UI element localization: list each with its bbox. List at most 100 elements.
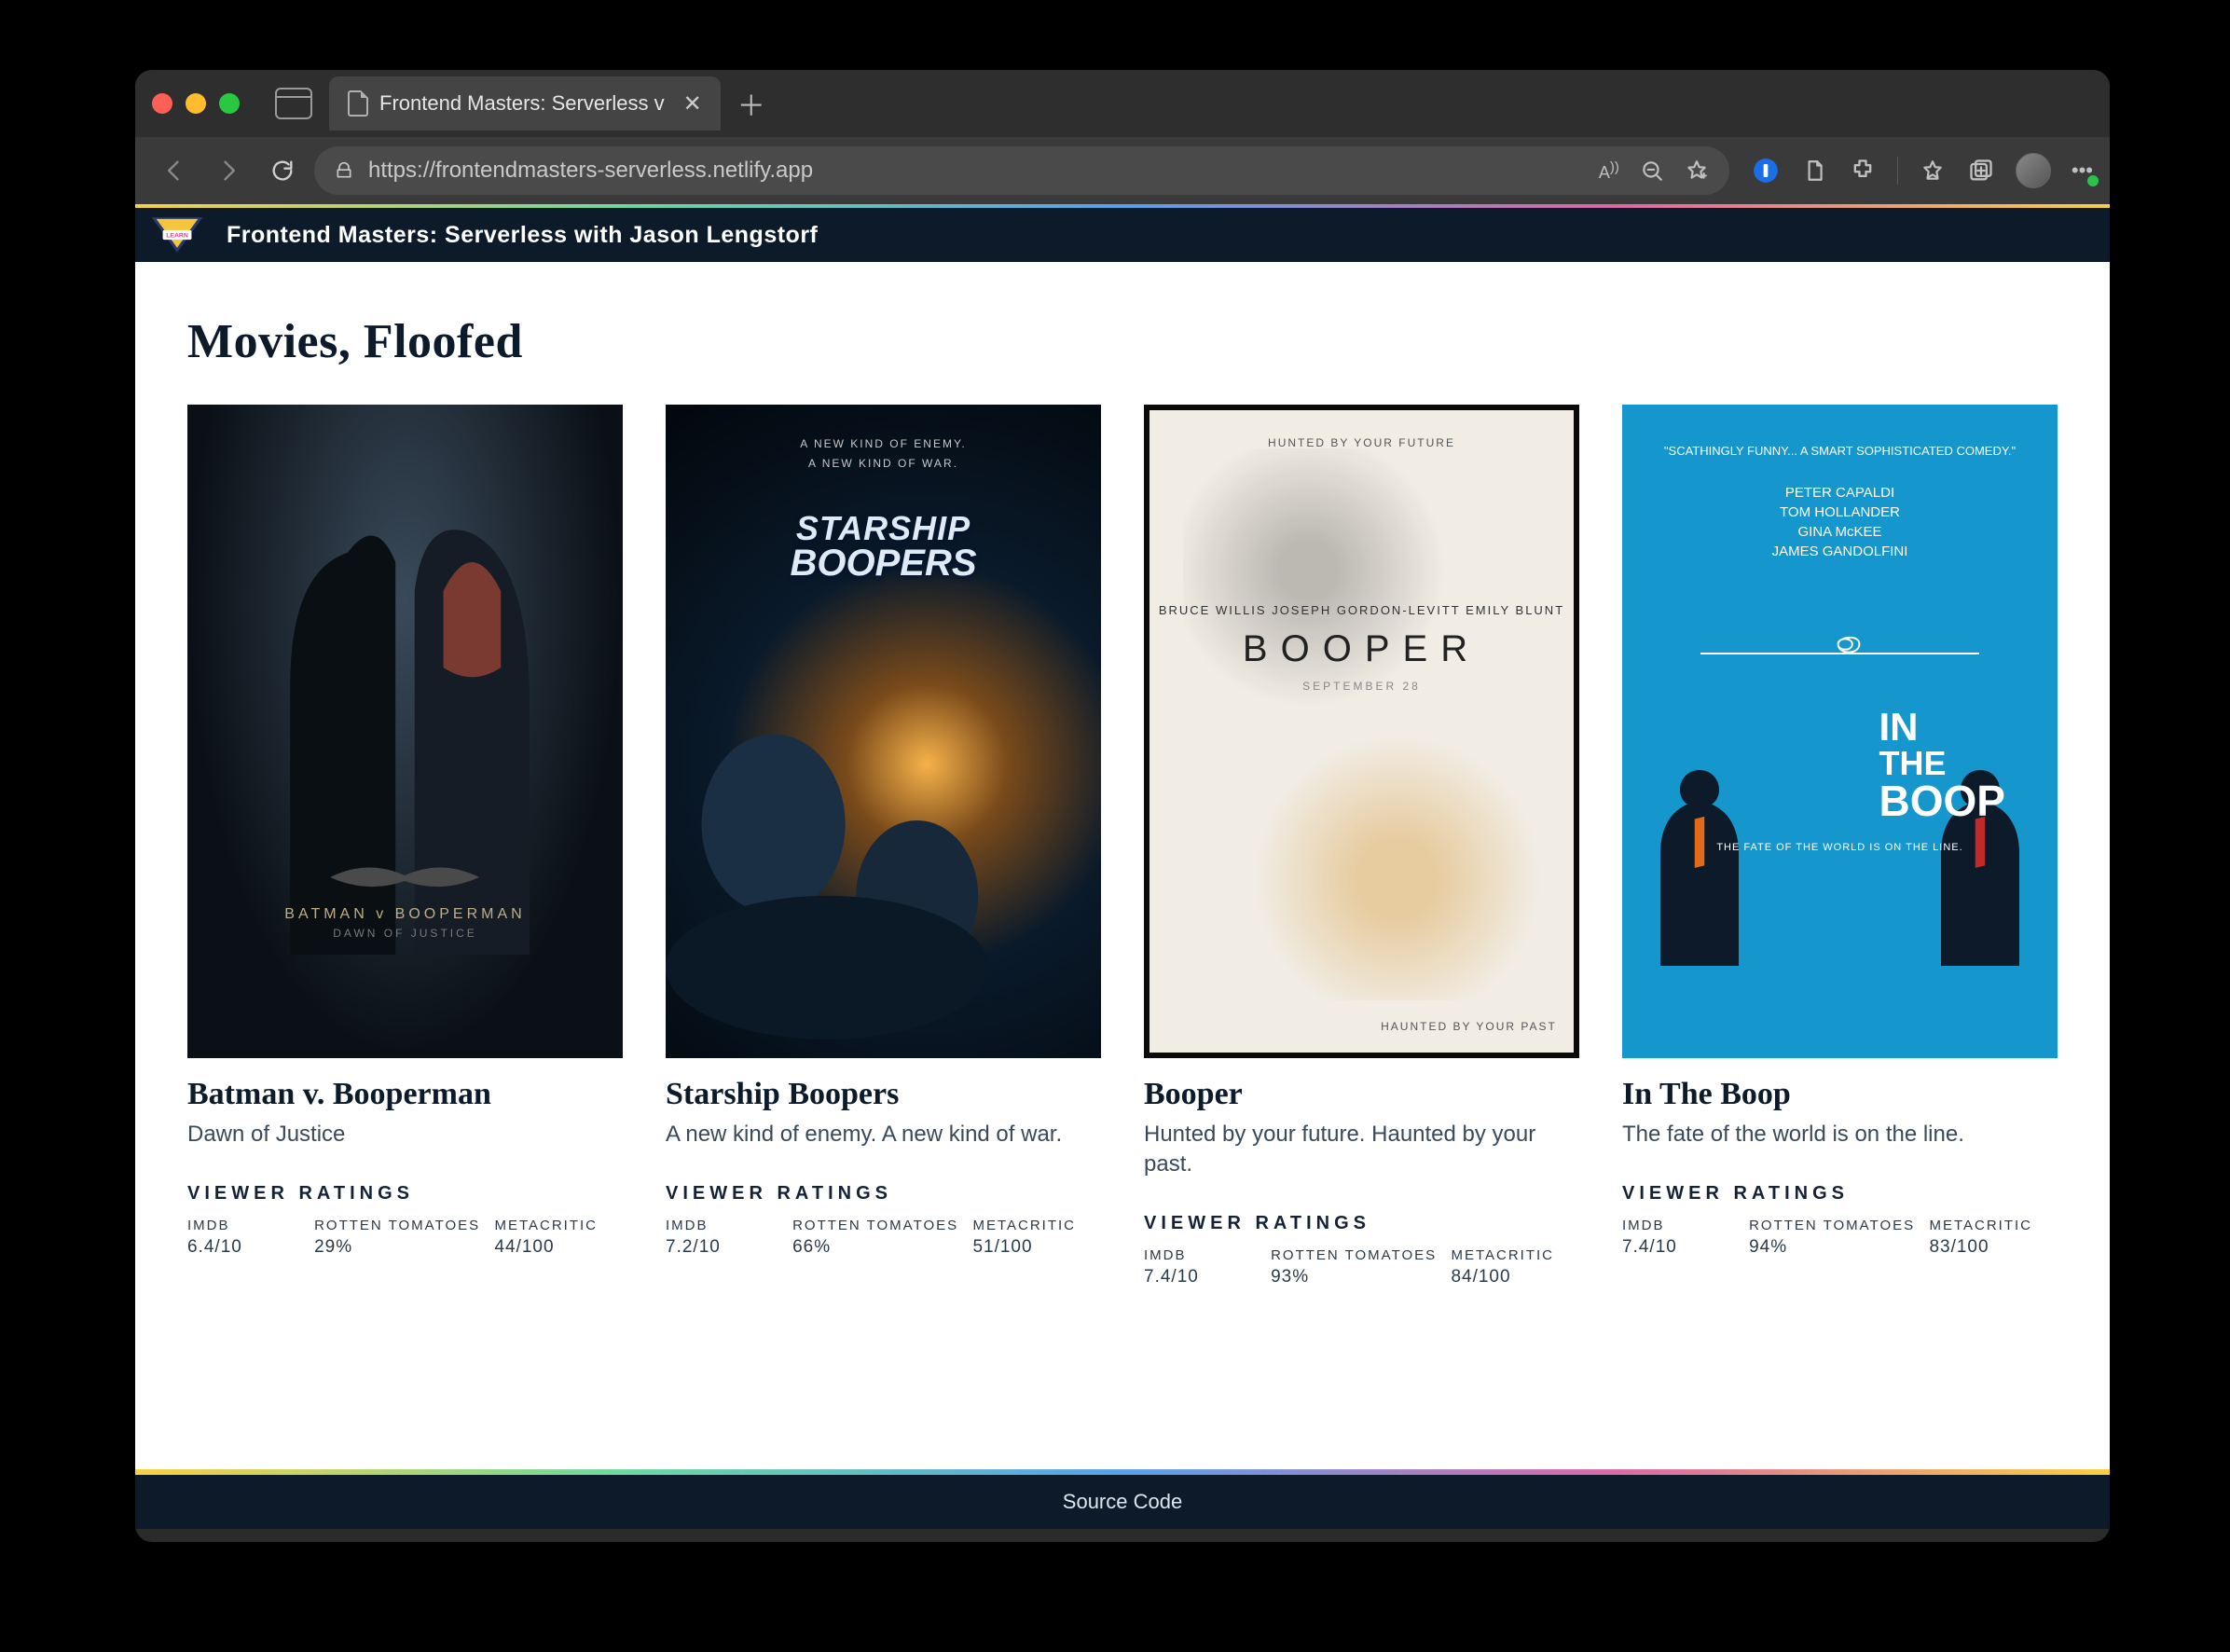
rating-label-mc: METACRITIC xyxy=(1451,1247,1579,1263)
poster-art xyxy=(666,698,1025,1057)
rating-value-imdb: 7.4/10 xyxy=(1144,1267,1261,1287)
rating-value-rt: 66% xyxy=(792,1237,963,1258)
rating-value-imdb: 6.4/10 xyxy=(187,1237,305,1258)
ratings-row: IMDB ROTTEN TOMATOES METACRITIC 6.4/10 2… xyxy=(187,1218,623,1258)
site-header: LEARN Frontend Masters: Serverless with … xyxy=(135,204,2110,262)
main-content: Movies, Floofed BATMAN v BOOPERMAN xyxy=(135,262,2110,1315)
onepassword-icon[interactable] xyxy=(1752,157,1780,185)
movie-title: Batman v. Booperman xyxy=(187,1077,623,1112)
url-field[interactable]: https://frontendmasters-serverless.netli… xyxy=(314,146,1729,195)
poster-art xyxy=(1183,448,1539,1000)
movie-tagline: Dawn of Justice xyxy=(187,1120,623,1150)
window-close-button[interactable] xyxy=(152,93,172,114)
rating-value-imdb: 7.2/10 xyxy=(666,1237,783,1258)
poster-title: IN THE BOOP xyxy=(1879,705,2005,826)
site-footer: Source Code xyxy=(135,1475,2110,1529)
poster-date: SEPTEMBER 28 xyxy=(1149,680,1574,693)
poster-title: BATMAN v BOOPERMAN xyxy=(187,906,623,923)
window-controls xyxy=(152,93,240,114)
movie-poster[interactable]: HUNTED BY YOUR FUTURE BRUCE WILLIS JOSEP… xyxy=(1144,405,1579,1058)
toolbar-divider xyxy=(1897,157,1898,185)
rating-label-rt: ROTTEN TOMATOES xyxy=(314,1218,485,1233)
window-minimize-button[interactable] xyxy=(186,93,206,114)
url-actions: A)) xyxy=(1599,158,1709,183)
ratings-row: IMDB ROTTEN TOMATOES METACRITIC 7.4/10 9… xyxy=(1144,1247,1579,1287)
favorites-icon[interactable] xyxy=(1919,157,1947,185)
movie-poster[interactable]: "SCATHINGLY FUNNY... A SMART SOPHISTICAT… xyxy=(1622,405,2058,1058)
back-button[interactable] xyxy=(152,148,197,193)
favorite-icon[interactable] xyxy=(1685,158,1709,183)
document-icon[interactable] xyxy=(1800,157,1828,185)
lock-icon xyxy=(335,159,353,182)
rating-value-rt: 93% xyxy=(1271,1267,1441,1287)
rating-value-mc: 51/100 xyxy=(972,1237,1101,1258)
batman-logo-icon xyxy=(274,859,535,896)
sidebar-toggle-icon[interactable] xyxy=(275,88,312,119)
ratings-row: IMDB ROTTEN TOMATOES METACRITIC 7.4/10 9… xyxy=(1622,1218,2058,1258)
source-code-link[interactable]: Source Code xyxy=(1063,1490,1182,1514)
poster-tag: HUNTED BY YOUR FUTURE xyxy=(1149,436,1574,449)
ratings-heading: VIEWER RATINGS xyxy=(1622,1183,2058,1205)
more-menu-button[interactable]: ••• xyxy=(2072,158,2093,183)
ratings-heading: VIEWER RATINGS xyxy=(666,1183,1101,1205)
read-aloud-icon[interactable]: A)) xyxy=(1599,159,1619,183)
site-logo[interactable]: LEARN xyxy=(145,213,210,257)
poster-tag: HAUNTED BY YOUR PAST xyxy=(1381,1020,1557,1033)
new-tab-button[interactable]: ＋ xyxy=(737,83,765,124)
collections-icon[interactable] xyxy=(1967,157,1995,185)
movie-title: In The Boop xyxy=(1622,1077,2058,1112)
rating-label-rt: ROTTEN TOMATOES xyxy=(1271,1247,1441,1263)
movie-poster[interactable]: BATMAN v BOOPERMAN DAWN OF JUSTICE xyxy=(187,405,623,1058)
movie-card: HUNTED BY YOUR FUTURE BRUCE WILLIS JOSEP… xyxy=(1144,405,1579,1287)
poster-title: STARSHIP BOOPERS xyxy=(666,509,1101,585)
rating-label-rt: ROTTEN TOMATOES xyxy=(792,1218,963,1233)
rating-label-imdb: IMDB xyxy=(1144,1247,1261,1263)
movie-card: A NEW KIND OF ENEMY. A NEW KIND OF WAR. … xyxy=(666,405,1101,1287)
window-maximize-button[interactable] xyxy=(219,93,240,114)
movie-card: BATMAN v BOOPERMAN DAWN OF JUSTICE Batma… xyxy=(187,405,623,1287)
poster-title-line: BOOP xyxy=(1879,776,2005,826)
rating-value-mc: 44/100 xyxy=(494,1237,623,1258)
rating-label-imdb: IMDB xyxy=(1622,1218,1740,1233)
scribble-icon xyxy=(1831,626,1866,662)
movie-card: "SCATHINGLY FUNNY... A SMART SOPHISTICAT… xyxy=(1622,405,2058,1287)
poster-subtitle: THE FATE OF THE WORLD IS ON THE LINE. xyxy=(1622,842,2058,853)
extensions-icon[interactable] xyxy=(1849,157,1877,185)
poster-cast: PETER CAPALDI TOM HOLLANDER GINA McKEE J… xyxy=(1622,483,2058,561)
poster-tag: A NEW KIND OF ENEMY. xyxy=(666,437,1101,450)
browser-tab[interactable]: Frontend Masters: Serverless v ✕ xyxy=(329,76,721,131)
zoom-out-icon[interactable] xyxy=(1640,158,1664,183)
poster-title: BOOPER xyxy=(1149,628,1574,670)
poster-art xyxy=(1648,770,1751,966)
movie-title: Starship Boopers xyxy=(666,1077,1101,1112)
rating-value-mc: 84/100 xyxy=(1451,1267,1579,1287)
page-icon xyxy=(348,90,368,117)
movie-tagline: A new kind of enemy. A new kind of war. xyxy=(666,1120,1101,1150)
toolbar-icons: ••• xyxy=(1752,153,2093,188)
svg-text:LEARN: LEARN xyxy=(166,233,188,240)
movie-poster[interactable]: A NEW KIND OF ENEMY. A NEW KIND OF WAR. … xyxy=(666,405,1101,1058)
rating-label-mc: METACRITIC xyxy=(972,1218,1101,1233)
rating-label-rt: ROTTEN TOMATOES xyxy=(1749,1218,1920,1233)
ratings-heading: VIEWER RATINGS xyxy=(1144,1213,1579,1234)
rating-value-rt: 94% xyxy=(1749,1237,1920,1258)
rating-label-mc: METACRITIC xyxy=(1929,1218,2058,1233)
poster-cast: BRUCE WILLIS JOSEPH GORDON-LEVITT EMILY … xyxy=(1149,603,1574,617)
poster-subtitle: DAWN OF JUSTICE xyxy=(187,927,623,940)
poster-title-line: BOOPERS xyxy=(666,543,1101,585)
profile-avatar[interactable] xyxy=(2016,153,2051,188)
page-viewport: LEARN Frontend Masters: Serverless with … xyxy=(135,204,2110,1469)
forward-button[interactable] xyxy=(206,148,251,193)
address-bar: https://frontendmasters-serverless.netli… xyxy=(135,137,2110,204)
poster-title-line: IN xyxy=(1879,705,2005,750)
poster-quote: "SCATHINGLY FUNNY... A SMART SOPHISTICAT… xyxy=(1622,444,2058,458)
rating-value-mc: 83/100 xyxy=(1929,1237,2058,1258)
rating-label-imdb: IMDB xyxy=(666,1218,783,1233)
rating-label-mc: METACRITIC xyxy=(494,1218,623,1233)
ratings-heading: VIEWER RATINGS xyxy=(187,1183,623,1205)
tab-bar: Frontend Masters: Serverless v ✕ ＋ xyxy=(135,70,2110,137)
browser-window: Frontend Masters: Serverless v ✕ ＋ https… xyxy=(135,70,2110,1542)
close-tab-button[interactable]: ✕ xyxy=(683,90,702,117)
reload-button[interactable] xyxy=(260,148,305,193)
movie-title: Booper xyxy=(1144,1077,1579,1112)
